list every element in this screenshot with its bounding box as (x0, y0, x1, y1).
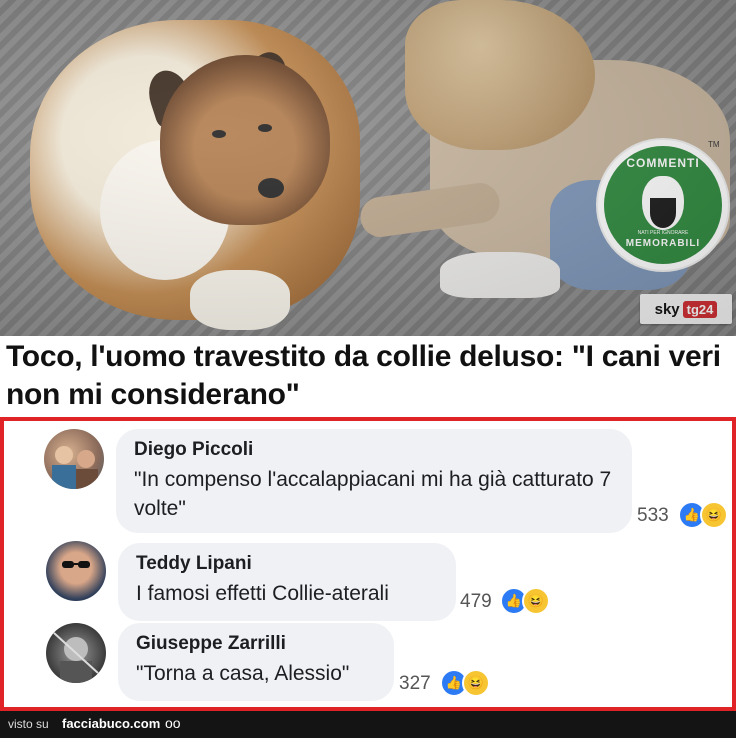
commenti-memorabili-logo: COMMENTI NATI PER IGNORARE MEMORABILI (598, 140, 728, 270)
avatar[interactable] (44, 429, 104, 489)
collie-head (160, 55, 330, 225)
collie-chest (100, 140, 230, 280)
comment-text: "In compenso l'accalappiacani mi ha già … (134, 468, 612, 520)
logo-small-text: NATI PER IGNORARE (637, 230, 689, 236)
comment-item: Diego Piccoli "In compenso l'accalappiac… (4, 421, 732, 539)
tg24-label: tg24 (682, 300, 718, 318)
logo-top-text: COMMENTI (626, 156, 700, 170)
comment-bubble[interactable]: Diego Piccoli "In compenso l'accalappiac… (116, 429, 632, 533)
headline: Toco, l'uomo travestito da collie deluso… (0, 338, 736, 418)
comment-bubble[interactable]: Teddy Lipani I famosi effetti Collie-ate… (118, 543, 456, 621)
logo-green-circle: COMMENTI NATI PER IGNORARE MEMORABILI (604, 146, 722, 264)
logo-face-icon (642, 176, 684, 230)
woman-hair (405, 0, 595, 150)
sunglasses-icon (62, 561, 90, 568)
woman-jeans (550, 180, 690, 290)
comment-text: I famosi effetti Collie-aterali (136, 582, 389, 605)
comment-author[interactable]: Diego Piccoli (134, 439, 614, 461)
comments-section: Diego Piccoli "In compenso l'accalappiac… (0, 417, 736, 711)
comment-author[interactable]: Teddy Lipani (136, 553, 438, 575)
collie-paw (190, 270, 290, 330)
collie-eye-left (212, 130, 226, 138)
reaction-count[interactable]: 479 (460, 591, 492, 613)
collie-eye-right (258, 124, 272, 132)
news-photo: COMMENTI NATI PER IGNORARE MEMORABILI TM… (0, 0, 736, 336)
haha-reaction-icon: 😆 (462, 669, 490, 697)
avatar[interactable] (46, 623, 106, 683)
comment-item: Giuseppe Zarrilli "Torna a casa, Alessio… (4, 623, 732, 709)
group-photo-icon (52, 446, 98, 489)
avatar[interactable] (46, 541, 106, 601)
logo-trademark: TM (708, 140, 720, 149)
logo-bottom-text: MEMORABILI (625, 238, 701, 249)
logo-beard-icon (650, 198, 676, 228)
collie-costume-body (30, 20, 360, 320)
sky-label: sky (654, 300, 680, 318)
footer-site-link[interactable]: facciabuco.com (62, 716, 160, 731)
comment-author[interactable]: Giuseppe Zarrilli (136, 633, 376, 655)
headline-text: Toco, l'uomo travestito da collie deluso… (6, 340, 721, 411)
woman-arm (357, 180, 503, 240)
comment-item: Teddy Lipani I famosi effetti Collie-ate… (4, 539, 732, 623)
woman-shoe (440, 252, 560, 298)
woman-coat (430, 60, 730, 260)
mascot-eyes-icon: oo (165, 715, 181, 731)
comment-bubble[interactable]: Giuseppe Zarrilli "Torna a casa, Alessio… (118, 623, 394, 701)
skytg24-badge: sky tg24 (640, 294, 732, 324)
footer-prefix: visto su (8, 717, 49, 731)
collie-ear-right (242, 48, 292, 106)
haha-reaction-icon: 😆 (522, 587, 550, 615)
bw-photo-icon (53, 632, 99, 683)
haha-reaction-icon: 😆 (700, 501, 728, 529)
comment-text: "Torna a casa, Alessio" (136, 662, 350, 685)
collie-ear-left (142, 65, 198, 130)
collie-nose (258, 178, 284, 198)
reaction-count[interactable]: 327 (399, 673, 431, 695)
footer-bar: visto su facciabuco.com oo (0, 711, 736, 738)
reaction-count[interactable]: 533 (637, 505, 669, 527)
